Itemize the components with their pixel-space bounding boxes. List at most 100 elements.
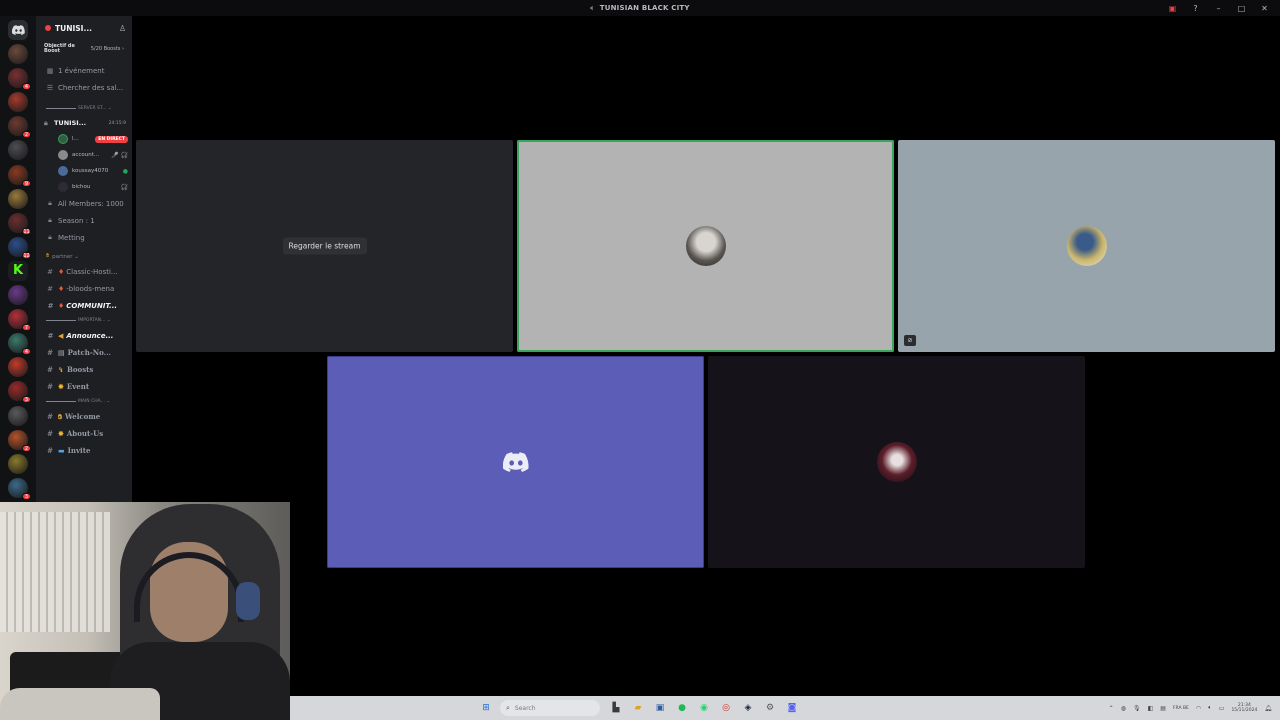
voice-user[interactable]: account... 🎤̸ 🎧̸	[36, 147, 132, 163]
participant-tile[interactable]: ⊘	[898, 140, 1275, 352]
server-icon[interactable]	[8, 188, 28, 209]
category-server-stats[interactable]: SERVER ST... ⌄	[36, 102, 132, 115]
window-blinds	[0, 512, 110, 632]
server-icon[interactable]	[8, 357, 28, 378]
server-icon[interactable]: 3	[8, 477, 31, 500]
spotify-icon[interactable]: ●	[674, 700, 690, 716]
channel-label: Boosts	[66, 365, 94, 374]
category-label: MAIN CHA...	[78, 399, 105, 404]
discord-window: 🔈︎ TUNISIAN BLACK CITY ▣ ? – □ ✕ 4 2 9 11 12 K…	[0, 0, 1280, 720]
notifications-icon[interactable]: 🔔︎	[1264, 705, 1272, 712]
category-label: SERVER ST...	[78, 106, 107, 111]
steam-icon[interactable]: ◈	[740, 700, 756, 716]
server-icon[interactable]	[8, 285, 28, 306]
tray-app-icon[interactable]: ◧	[1148, 705, 1154, 712]
server-icon[interactable]: 11	[8, 212, 31, 235]
voice-user[interactable]: l... EN DIRECT	[36, 131, 132, 147]
server-icon[interactable]	[8, 44, 28, 65]
whatsapp-icon[interactable]: ◉	[696, 700, 712, 716]
participant-tile[interactable]	[708, 356, 1085, 568]
channel-invite[interactable]: # ▬ Invite	[36, 442, 132, 459]
discord-logo-icon	[11, 25, 25, 35]
events-item[interactable]: ▦ 1 événement	[36, 62, 132, 79]
channel-season[interactable]: 🔒︎ Season : 1	[36, 212, 132, 229]
file-explorer-icon[interactable]: ▰	[630, 700, 646, 716]
channel-classic[interactable]: # ♦ Classic-Hosti...	[36, 263, 132, 280]
server-icon[interactable]: K	[8, 260, 28, 281]
server-icon[interactable]: 3	[8, 381, 31, 404]
taskbar-search[interactable]: ⌕ Search	[500, 700, 600, 716]
minimize-button[interactable]: –	[1207, 4, 1230, 13]
channel-label: -bloods-mena	[66, 284, 115, 293]
category-partner[interactable]: ✋︎ partner ⌄	[36, 250, 132, 263]
divider-line	[46, 320, 76, 321]
server-icon[interactable]: 7	[8, 309, 31, 332]
clock[interactable]: 21:34 15/11/2024	[1231, 703, 1257, 713]
channel-label: Welcome	[65, 412, 101, 421]
server-icon[interactable]	[8, 92, 28, 113]
divider-line	[46, 401, 76, 402]
browse-channels-item[interactable]: ☰ Chercher des sal...	[36, 79, 132, 96]
mention-badge: 3	[22, 396, 31, 404]
maximize-button[interactable]: □	[1230, 4, 1253, 13]
home-button[interactable]	[8, 20, 28, 40]
category-important[interactable]: IMPORTAN... ⌄	[36, 314, 132, 327]
tray-app-icon[interactable]: ▤	[1160, 705, 1166, 712]
server-icon[interactable]: 9	[8, 164, 31, 187]
channel-event[interactable]: # ✸ Event	[36, 378, 132, 395]
server-icon[interactable]	[8, 140, 28, 161]
server-icon[interactable]: 2	[8, 116, 31, 139]
participant-tile-default[interactable]	[327, 356, 704, 568]
channel-all-members[interactable]: 🔒︎ All Members: 1000	[36, 195, 132, 212]
hash-icon: #	[47, 348, 53, 357]
chevron-down-icon: ⌄	[74, 253, 79, 260]
voice-user[interactable]: bichou 🎧̸	[36, 179, 132, 195]
channel-bloods[interactable]: # ♦ -bloods-mena	[36, 280, 132, 297]
settings-icon[interactable]: ⚙︎	[762, 700, 778, 716]
discord-taskbar-icon[interactable]: ◙	[784, 700, 800, 716]
server-icon[interactable]: 4	[8, 68, 31, 91]
watch-stream-button[interactable]: Regarder le stream	[282, 237, 367, 255]
battery-icon[interactable]: ▭	[1219, 705, 1225, 712]
server-icon[interactable]	[8, 453, 28, 474]
store-icon[interactable]: ▣	[652, 700, 668, 716]
server-icon[interactable]: 2	[8, 429, 31, 452]
avatar	[58, 182, 68, 192]
voice-channel-name: TUNISI...	[54, 119, 87, 127]
chrome-icon[interactable]: ◎	[718, 700, 734, 716]
participant-tile-speaking[interactable]	[517, 140, 894, 352]
channel-announce[interactable]: # ◀ Announce...	[36, 327, 132, 344]
voice-channel[interactable]: 🔒︎ TUNISI... 24:15:9	[36, 115, 132, 131]
volume-icon[interactable]: 🔈︎	[1208, 704, 1212, 712]
tray-app-icon[interactable]: ◍	[1121, 705, 1126, 712]
mention-badge: 2	[22, 131, 31, 139]
microphone-icon[interactable]: 🎙︎	[1133, 705, 1141, 712]
channel-about[interactable]: # ✸ About-Us	[36, 425, 132, 442]
close-button[interactable]: ✕	[1253, 4, 1276, 13]
start-button[interactable]: ⊞	[478, 700, 494, 716]
wifi-icon[interactable]: ◠	[1196, 705, 1201, 712]
chevron-up-icon[interactable]: ⌃	[1109, 705, 1114, 712]
voice-user[interactable]: koussay4070 ●	[36, 163, 132, 179]
boost-goal[interactable]: Objectif de Boost 5/20 Boosts ›	[40, 40, 128, 58]
mention-badge: 4	[22, 83, 31, 91]
channel-metting[interactable]: 🔒︎ Metting	[36, 229, 132, 246]
channel-communit[interactable]: # ♦ COMMUNIT...	[36, 297, 132, 314]
invite-icon[interactable]: ♙	[119, 24, 126, 33]
channel-patch[interactable]: # ▤ Patch-No...	[36, 344, 132, 361]
server-icon[interactable]	[8, 405, 28, 426]
channel-boosts[interactable]: # ↯ Boosts	[36, 361, 132, 378]
category-main[interactable]: MAIN CHA... ⌄	[36, 395, 132, 408]
channel-welcome[interactable]: # ✋︎ Welcome	[36, 408, 132, 425]
help-icon[interactable]: ?	[1184, 4, 1207, 13]
inbox-icon[interactable]: ▣	[1161, 4, 1184, 13]
stream-tile[interactable]: Regarder le stream	[136, 140, 513, 352]
server-icon[interactable]: 4	[8, 333, 31, 356]
boost-icon: ↯	[58, 365, 64, 374]
live-badge: EN DIRECT	[95, 135, 128, 143]
server-icon[interactable]: 12	[8, 236, 31, 259]
guild-header[interactable]: TUNISI... ♙	[36, 16, 132, 40]
language-indicator[interactable]: FRA BE	[1173, 706, 1189, 711]
task-view-icon[interactable]: ▙	[608, 700, 624, 716]
search-placeholder: Search	[514, 704, 536, 712]
